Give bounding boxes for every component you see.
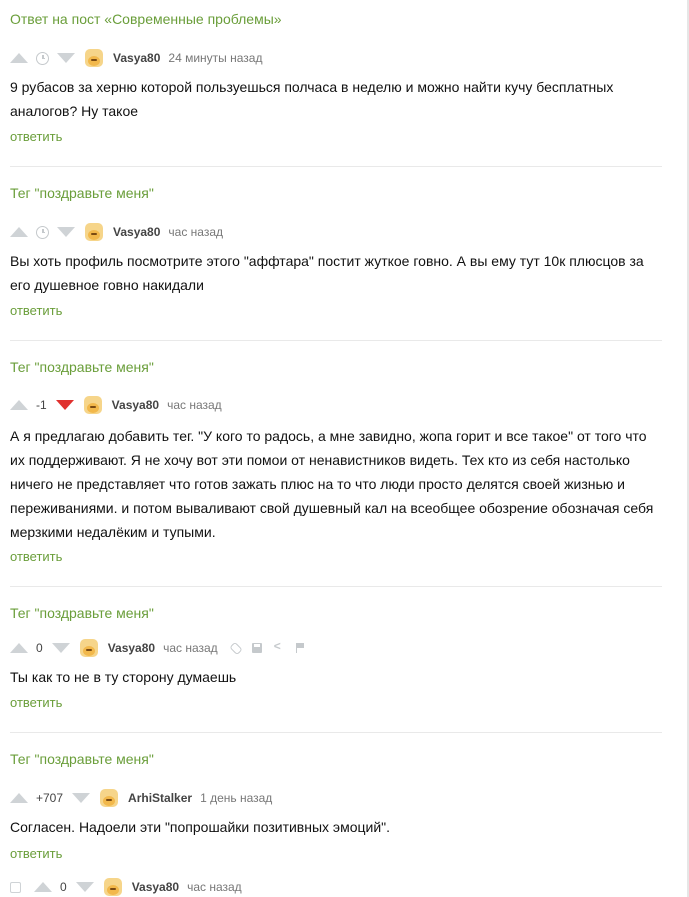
comment-meta: Vasya80 24 минуты назад (10, 48, 276, 68)
author-name[interactable]: Vasya80 (132, 880, 179, 894)
comment-text: 9 рубасов за херню которой пользуешься п… (10, 79, 614, 119)
collapse-checkbox[interactable] (10, 882, 21, 893)
tag-context-link[interactable]: Тег "поздравьте меня" (10, 751, 154, 767)
avatar[interactable] (79, 639, 98, 657)
tag-context-link[interactable]: Тег "поздравьте меня" (10, 185, 154, 201)
reply-link[interactable]: ответить (10, 846, 62, 861)
avatar[interactable] (103, 878, 122, 896)
tag-context-link[interactable]: Тег "поздравьте меня" (10, 605, 154, 621)
reply-link[interactable]: ответить (10, 303, 62, 318)
divider (10, 732, 662, 733)
reply-link[interactable]: ответить (10, 129, 62, 144)
comments-page: Ответ на пост «Современные проблемы» Vas… (0, 0, 689, 897)
comment-text: Вы хоть профиль посмотрите этого "аффтар… (10, 253, 644, 293)
flag-icon[interactable] (295, 643, 307, 653)
reply-link[interactable]: ответить (10, 695, 62, 710)
clock-icon (36, 51, 49, 65)
upvote-arrow-icon[interactable] (10, 227, 28, 237)
divider (10, 586, 662, 587)
comment-time[interactable]: час назад (167, 398, 222, 412)
comment-time[interactable]: час назад (163, 641, 218, 655)
avatar[interactable] (85, 49, 103, 67)
post-context-link[interactable]: Ответ на пост «Современные проблемы» (10, 11, 282, 27)
comment-time[interactable]: 1 день назад (200, 791, 272, 805)
avatar[interactable] (100, 789, 119, 807)
upvote-arrow-icon[interactable] (34, 882, 52, 892)
upvote-arrow-icon[interactable] (10, 53, 28, 63)
author-name[interactable]: ArhiStalker (128, 791, 192, 805)
comment-text: Ты как то не в ту сторону думаешь (10, 669, 237, 685)
downvote-arrow-icon[interactable] (55, 400, 74, 410)
author-name[interactable]: Vasya80 (112, 398, 159, 412)
comment-text: Согласен. Надоели эти "попрошайки позити… (10, 819, 390, 835)
link-icon[interactable] (228, 641, 243, 655)
upvote-arrow-icon[interactable] (10, 793, 28, 803)
comment-meta: 0 Vasya80 час назад (34, 877, 256, 897)
upvote-arrow-icon[interactable] (10, 643, 28, 653)
comment-rating: -1 (36, 398, 47, 412)
downvote-arrow-icon[interactable] (72, 793, 91, 803)
author-name[interactable]: Vasya80 (108, 641, 155, 655)
comment-text: А я предлагаю добавить тег. "У кого то р… (10, 428, 654, 540)
downvote-arrow-icon[interactable] (75, 882, 94, 892)
save-icon[interactable] (251, 643, 262, 653)
author-name[interactable]: Vasya80 (113, 225, 160, 239)
comment-rating: 0 (36, 641, 43, 655)
comment-rating: 0 (60, 880, 67, 894)
comment-time[interactable]: час назад (168, 225, 223, 239)
comment-time[interactable]: час назад (187, 880, 242, 894)
comment-time[interactable]: 24 минуты назад (168, 51, 262, 65)
comment-meta: 0 Vasya80 час назад (10, 638, 319, 658)
divider (10, 166, 662, 167)
reply-link[interactable]: ответить (10, 549, 62, 564)
comment-meta: +707 ArhiStalker 1 день назад (10, 788, 286, 808)
tag-context-link[interactable]: Тег "поздравьте меня" (10, 359, 154, 375)
downvote-arrow-icon[interactable] (57, 53, 75, 63)
downvote-arrow-icon[interactable] (51, 643, 70, 653)
avatar[interactable] (83, 396, 102, 414)
downvote-arrow-icon[interactable] (57, 227, 75, 237)
comment-rating: +707 (36, 791, 64, 805)
share-icon[interactable] (274, 639, 284, 653)
upvote-arrow-icon[interactable] (10, 400, 28, 410)
comment-meta: -1 Vasya80 час назад (10, 395, 236, 415)
clock-icon (36, 225, 49, 239)
avatar[interactable] (85, 223, 103, 241)
author-name[interactable]: Vasya80 (113, 51, 160, 65)
comment-meta: Vasya80 час назад (10, 222, 237, 242)
divider (10, 340, 662, 341)
